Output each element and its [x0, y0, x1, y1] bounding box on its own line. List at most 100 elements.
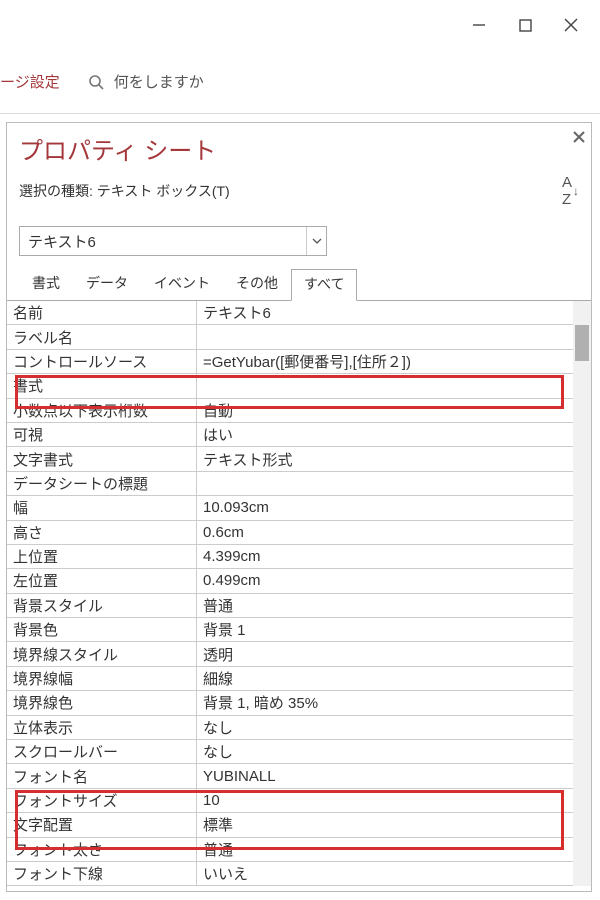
- property-label: 書式: [7, 374, 197, 397]
- tab-data[interactable]: データ: [73, 268, 141, 300]
- property-row[interactable]: 文字書式テキスト形式: [7, 447, 573, 471]
- sort-az-icon: AZ: [562, 174, 572, 208]
- property-label: 背景スタイル: [7, 594, 197, 617]
- maximize-button[interactable]: [502, 9, 548, 41]
- property-row[interactable]: 高さ0.6cm: [7, 521, 573, 545]
- property-value[interactable]: [197, 472, 573, 495]
- property-row[interactable]: 境界線スタイル透明: [7, 642, 573, 666]
- property-value[interactable]: 自動: [197, 399, 573, 422]
- property-row[interactable]: 左位置0.499cm: [7, 569, 573, 593]
- property-grid: 名前テキスト6ラベル名コントロールソース=GetYubar([郵便番号],[住所…: [7, 300, 573, 886]
- property-label: 高さ: [7, 521, 197, 544]
- property-label: スクロールバー: [7, 740, 197, 763]
- property-value[interactable]: 背景 1: [197, 618, 573, 641]
- property-value[interactable]: 背景 1, 暗め 35%: [197, 691, 573, 714]
- pane-close-button[interactable]: [573, 127, 585, 148]
- property-row[interactable]: スクロールバーなし: [7, 740, 573, 764]
- property-row[interactable]: 名前テキスト6: [7, 301, 573, 325]
- property-row[interactable]: 文字配置標準: [7, 813, 573, 837]
- property-value[interactable]: 標準: [197, 813, 573, 836]
- property-label: 名前: [7, 301, 197, 324]
- property-value[interactable]: 0.6cm: [197, 521, 573, 544]
- property-value[interactable]: 4.399cm: [197, 545, 573, 568]
- property-label: フォント下線: [7, 862, 197, 885]
- property-row[interactable]: 可視はい: [7, 423, 573, 447]
- tell-me-search[interactable]: 何をしますか: [88, 71, 204, 92]
- property-value[interactable]: いいえ: [197, 862, 573, 885]
- property-row[interactable]: 書式: [7, 374, 573, 398]
- close-icon: [564, 18, 578, 32]
- property-row[interactable]: 立体表示なし: [7, 716, 573, 740]
- property-label: データシートの標題: [7, 472, 197, 495]
- property-value[interactable]: 10: [197, 789, 573, 812]
- property-label: フォント名: [7, 764, 197, 787]
- tab-format[interactable]: 書式: [19, 268, 73, 300]
- tab-other[interactable]: その他: [223, 268, 291, 300]
- object-selector-value: テキスト6: [28, 231, 96, 252]
- property-row[interactable]: フォント下線いいえ: [7, 862, 573, 886]
- search-placeholder: 何をしますか: [114, 71, 204, 92]
- sort-button[interactable]: AZ↓: [562, 174, 579, 208]
- property-row[interactable]: 幅10.093cm: [7, 496, 573, 520]
- property-value[interactable]: 透明: [197, 642, 573, 665]
- property-row[interactable]: 境界線幅細線: [7, 667, 573, 691]
- property-value[interactable]: [197, 374, 573, 397]
- property-row[interactable]: コントロールソース=GetYubar([郵便番号],[住所２]): [7, 350, 573, 374]
- selection-type-label: 選択の種類: テキスト ボックス(T): [19, 181, 230, 201]
- property-label: コントロールソース: [7, 350, 197, 373]
- property-row[interactable]: データシートの標題: [7, 472, 573, 496]
- property-value[interactable]: なし: [197, 716, 573, 739]
- tab-event[interactable]: イベント: [141, 268, 223, 300]
- property-value[interactable]: 普通: [197, 838, 573, 861]
- close-icon: [573, 131, 585, 143]
- property-row[interactable]: 背景色背景 1: [7, 618, 573, 642]
- ribbon: ージ設定 何をしますか: [0, 50, 600, 114]
- property-tabs: 書式 データ イベント その他 すべて: [19, 268, 591, 300]
- maximize-icon: [519, 19, 532, 32]
- property-value[interactable]: テキスト6: [197, 301, 573, 324]
- property-value[interactable]: 10.093cm: [197, 496, 573, 519]
- vertical-scrollbar[interactable]: [573, 300, 591, 886]
- tab-all[interactable]: すべて: [291, 269, 357, 301]
- property-value[interactable]: テキスト形式: [197, 447, 573, 470]
- chevron-down-icon: [306, 227, 326, 255]
- property-row[interactable]: 上位置4.399cm: [7, 545, 573, 569]
- property-value[interactable]: はい: [197, 423, 573, 446]
- window-titlebar: [0, 0, 600, 50]
- property-label: ラベル名: [7, 325, 197, 348]
- property-label: フォントサイズ: [7, 789, 197, 812]
- object-selector-dropdown[interactable]: テキスト6: [19, 226, 327, 256]
- property-value[interactable]: 0.499cm: [197, 569, 573, 592]
- property-label: 境界線色: [7, 691, 197, 714]
- property-label: 文字配置: [7, 813, 197, 836]
- property-sheet-pane: プロパティ シート 選択の種類: テキスト ボックス(T) AZ↓ テキスト6 …: [6, 122, 592, 892]
- property-label: 文字書式: [7, 447, 197, 470]
- property-value[interactable]: 普通: [197, 594, 573, 617]
- search-icon: [88, 74, 104, 90]
- minimize-button[interactable]: [456, 9, 502, 41]
- property-value[interactable]: 細線: [197, 667, 573, 690]
- close-window-button[interactable]: [548, 9, 594, 41]
- property-label: 背景色: [7, 618, 197, 641]
- property-row[interactable]: 小数点以下表示桁数自動: [7, 399, 573, 423]
- property-value[interactable]: =GetYubar([郵便番号],[住所２]): [197, 350, 573, 373]
- property-row[interactable]: 境界線色背景 1, 暗め 35%: [7, 691, 573, 715]
- property-label: 境界線幅: [7, 667, 197, 690]
- property-row[interactable]: フォント太さ普通: [7, 838, 573, 862]
- minimize-icon: [472, 18, 486, 32]
- property-label: フォント太さ: [7, 838, 197, 861]
- property-row[interactable]: フォント名YUBINALL: [7, 764, 573, 788]
- property-value[interactable]: YUBINALL: [197, 764, 573, 787]
- property-row[interactable]: 背景スタイル普通: [7, 594, 573, 618]
- property-label: 上位置: [7, 545, 197, 568]
- property-value[interactable]: [197, 325, 573, 348]
- property-row[interactable]: フォントサイズ10: [7, 789, 573, 813]
- pane-title: プロパティ シート: [7, 123, 591, 172]
- property-value[interactable]: なし: [197, 740, 573, 763]
- ribbon-tab-page-setup[interactable]: ージ設定: [0, 71, 60, 92]
- property-label: 左位置: [7, 569, 197, 592]
- property-row[interactable]: ラベル名: [7, 325, 573, 349]
- property-label: 小数点以下表示桁数: [7, 399, 197, 422]
- property-label: 立体表示: [7, 716, 197, 739]
- scrollbar-thumb[interactable]: [575, 325, 589, 361]
